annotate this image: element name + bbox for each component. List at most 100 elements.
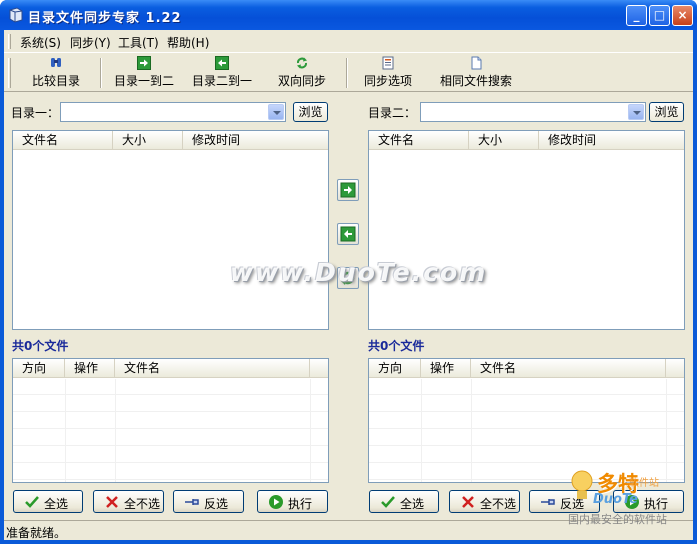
copy-left-button[interactable] — [337, 223, 359, 245]
menu-grip — [8, 34, 11, 49]
column-size[interactable]: 大小 — [113, 131, 183, 150]
grid-row — [369, 447, 684, 463]
badge-sub: 软件站 — [629, 478, 659, 489]
sync-options-label: 同步选项 — [363, 74, 412, 88]
title-bar[interactable]: 目录文件同步专家 1.22 _ □ × — [0, 0, 697, 30]
column-operation[interactable]: 操作 — [65, 359, 115, 378]
play-icon — [269, 495, 283, 509]
chevron-down-icon[interactable] — [268, 104, 284, 120]
dir-one-select-all-button[interactable]: 全选 — [13, 490, 83, 513]
chevron-down-icon[interactable] — [628, 104, 644, 120]
one-to-two-label: 目录一到二 — [113, 74, 174, 88]
badge-en: DuoTe — [593, 492, 638, 507]
toolbar-separator — [346, 58, 348, 88]
column-filename[interactable]: 文件名 — [115, 359, 310, 378]
dir-one-invert-button[interactable]: 反选 — [173, 490, 244, 513]
column-filename[interactable]: 文件名 — [13, 131, 113, 150]
arrow-left-icon — [215, 56, 229, 70]
column-filename[interactable]: 文件名 — [369, 131, 469, 150]
grid-row — [13, 413, 328, 429]
document-icon — [471, 56, 482, 70]
app-icon — [9, 7, 23, 23]
dir-one-label: 目录一： — [11, 106, 60, 120]
dir-two-select-all-button[interactable]: 全选 — [369, 490, 439, 513]
column-direction[interactable]: 方向 — [369, 359, 421, 378]
compare-button[interactable]: 比较目录 — [30, 56, 82, 90]
status-text: 准备就绪。 — [6, 526, 67, 540]
bidirectional-label: 双向同步 — [277, 74, 326, 88]
column-direction[interactable]: 方向 — [13, 359, 65, 378]
watermark: www.DuoTe.com — [230, 258, 488, 287]
window-title: 目录文件同步专家 1.22 — [28, 11, 182, 26]
close-icon: × — [677, 8, 688, 22]
menu-sync[interactable]: 同步(Y) — [70, 34, 111, 51]
check-icon — [25, 496, 39, 508]
menu-help[interactable]: 帮助(H) — [167, 34, 209, 51]
operation-list-header: 方向 操作 文件名 — [13, 359, 328, 378]
pin-icon — [541, 499, 555, 505]
maximize-button[interactable]: □ — [649, 5, 670, 26]
grid-row — [13, 379, 328, 395]
dir-two-combo[interactable] — [420, 102, 646, 122]
execute-label: 执行 — [288, 497, 313, 511]
operation-list-header: 方向 操作 文件名 — [369, 359, 684, 378]
arrow-right-icon — [340, 182, 356, 198]
menu-bar: 系统(S) 同步(Y) 工具(T) 帮助(H) — [4, 30, 693, 52]
column-modified[interactable]: 修改时间 — [183, 131, 329, 150]
bidirectional-button[interactable]: 双向同步 — [276, 56, 328, 90]
file-list-header: 文件名 大小 修改时间 — [13, 131, 328, 150]
grid-row — [13, 396, 328, 412]
dir-one-select-none-button[interactable]: 全不选 — [93, 490, 164, 513]
grid-row — [13, 447, 328, 463]
compare-label: 比较目录 — [31, 74, 80, 88]
site-badge: 多特 软件站 DuoTe 国内最安全的软件站 — [565, 466, 690, 526]
arrow-left-icon — [340, 226, 356, 242]
copy-right-button[interactable] — [337, 179, 359, 201]
minimize-button[interactable]: _ — [626, 5, 647, 26]
lightbulb-icon — [571, 470, 593, 499]
column-filename[interactable]: 文件名 — [471, 359, 666, 378]
dir-two-file-list[interactable]: 文件名 大小 修改时间 — [368, 130, 685, 330]
dir-two-operation-list[interactable]: 方向 操作 文件名 — [368, 358, 685, 483]
same-file-search-button[interactable]: 相同文件搜索 — [438, 56, 514, 90]
file-list-header: 文件名 大小 修改时间 — [369, 131, 684, 150]
badge-tagline: 国内最安全的软件站 — [568, 513, 667, 526]
check-icon — [381, 496, 395, 508]
two-to-one-button[interactable]: 目录二到一 — [190, 56, 254, 90]
dir-one-browse-button[interactable]: 浏览 — [293, 102, 328, 122]
arrow-right-icon — [137, 56, 151, 70]
dir-two-select-none-button[interactable]: 全不选 — [449, 490, 520, 513]
cross-icon — [106, 496, 118, 508]
menu-tools[interactable]: 工具(T) — [118, 34, 159, 51]
dir-two-browse-button[interactable]: 浏览 — [649, 102, 684, 122]
dir-one-file-count: 共0个文件 — [12, 339, 69, 353]
dir-one-execute-button[interactable]: 执行 — [257, 490, 328, 513]
grid-row — [369, 430, 684, 446]
column-modified[interactable]: 修改时间 — [539, 131, 685, 150]
app-window: 目录文件同步专家 1.22 _ □ × 系统(S) 同步(Y) 工具(T) 帮助… — [0, 0, 697, 544]
dir-two-label: 目录二： — [368, 106, 417, 120]
cross-icon — [462, 496, 474, 508]
select-none-label: 全不选 — [480, 497, 517, 511]
grid-row — [369, 413, 684, 429]
toolbar-grip — [8, 58, 11, 88]
grid-row — [13, 464, 328, 480]
two-to-one-label: 目录二到一 — [191, 74, 252, 88]
grid-row — [369, 379, 684, 395]
menu-system[interactable]: 系统(S) — [20, 34, 61, 51]
select-all-label: 全选 — [44, 497, 69, 511]
dir-one-file-list[interactable]: 文件名 大小 修改时间 — [12, 130, 329, 330]
column-operation[interactable]: 操作 — [421, 359, 471, 378]
binoculars-icon — [51, 58, 61, 67]
grid-row — [369, 396, 684, 412]
maximize-icon: □ — [653, 8, 666, 22]
sync-options-button[interactable]: 同步选项 — [362, 56, 414, 90]
close-button[interactable]: × — [672, 5, 693, 26]
pin-icon — [185, 499, 199, 505]
one-to-two-button[interactable]: 目录一到二 — [112, 56, 176, 90]
dir-one-operation-list[interactable]: 方向 操作 文件名 — [12, 358, 329, 483]
options-icon — [382, 56, 394, 70]
invert-label: 反选 — [204, 497, 229, 511]
column-size[interactable]: 大小 — [469, 131, 539, 150]
dir-one-combo[interactable] — [60, 102, 286, 122]
